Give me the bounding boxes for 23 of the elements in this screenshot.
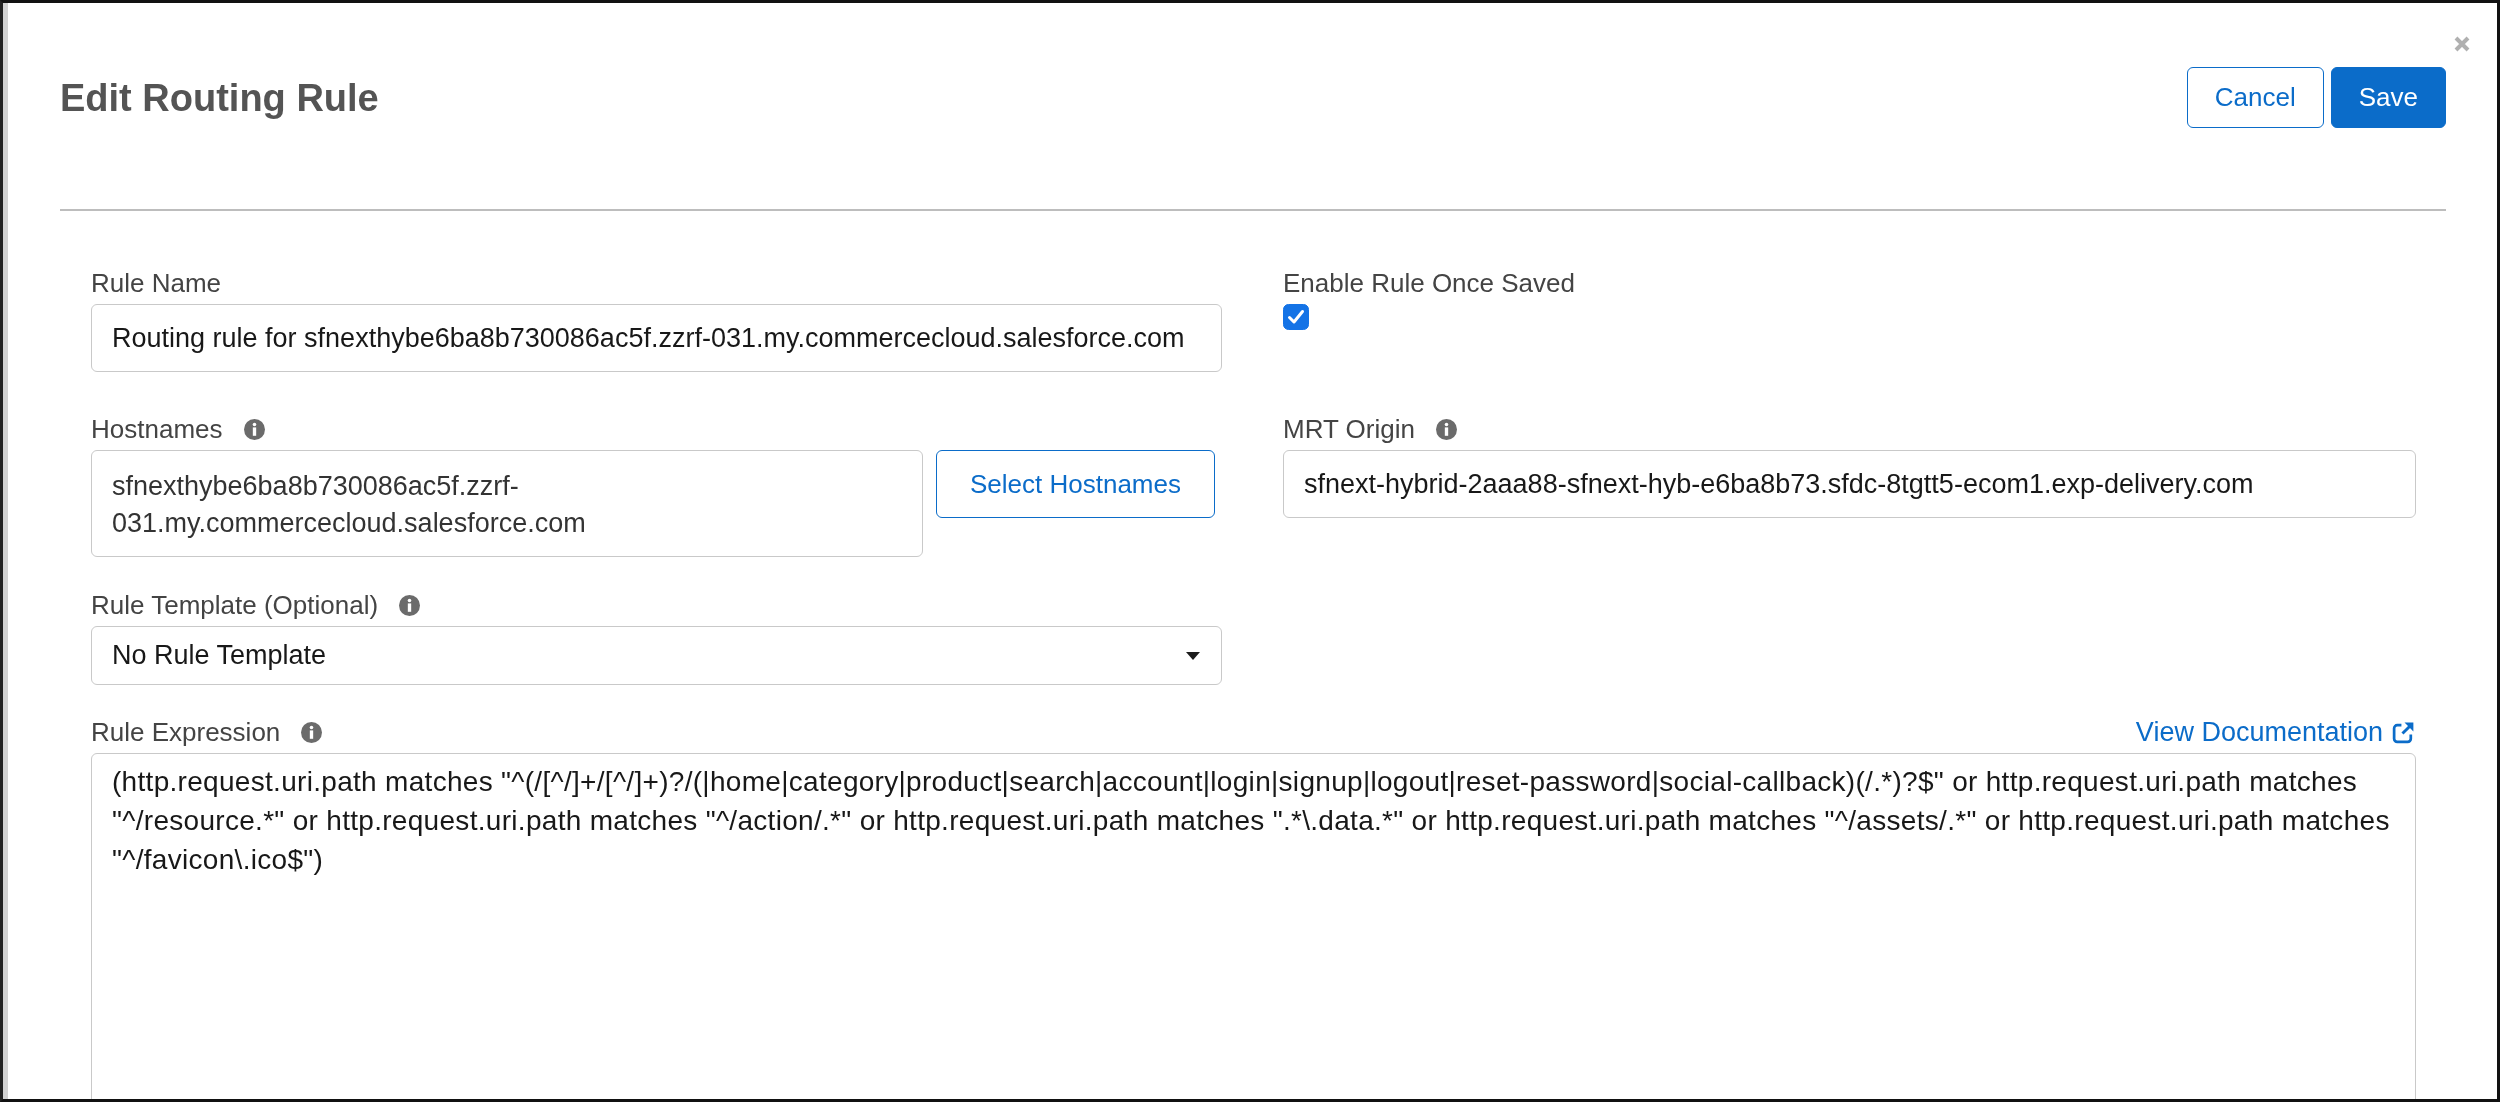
checkbox[interactable] [1283, 304, 1309, 330]
info-icon[interactable] [301, 722, 323, 743]
info-icon[interactable] [243, 419, 265, 440]
mrt-origin-field[interactable]: sfnext-hybrid-2aaa88-sfnext-hyb-e6ba8b73.sfdc-8tgtt5-ecom1.exp-delivery.com [1283, 450, 2416, 518]
cancel-button[interactable]: Cancel [2186, 67, 2324, 128]
rule-expression-field[interactable]: (http.request.uri.path matches "^(/[^/]+/[^/]+)?/(|home|category|product|search|account|login|signup|logout|reset-password|social-callback)(/.*)?$" or http.request.uri.path matches "^/resource.*" or http.request.uri.path matches "^/action/.*" or http.request.uri.path matches ".*\.data.*" or http.request.uri.path matches "^/assets/.*" or http.request.uri.path matches "^/favicon\.ico$") [91, 753, 2416, 1099]
save-button[interactable]: Save [2330, 67, 2446, 128]
hostnames-field[interactable]: sfnexthybe6ba8b730086ac5f.zzrf-031.my.commercecloud.salesforce.com [91, 450, 923, 557]
field-label: MRT Origin [1283, 414, 1415, 445]
field-label: Hostnames [91, 414, 223, 445]
info-icon[interactable] [399, 595, 421, 616]
external-link-icon [2391, 720, 2416, 745]
caret-icon [1186, 651, 1200, 660]
rule-name-field[interactable]: Routing rule for sfnexthybe6ba8b730086ac5f.zzrf-031.my.commercecloud.salesforce.com [91, 304, 1222, 372]
rule-template-dropdown[interactable]: No Rule Template [91, 626, 1222, 685]
field-label: Rule Name [91, 268, 222, 299]
field-label: Rule Template (Optional) [91, 590, 379, 621]
view-documentation-link[interactable]: View Documentation [2135, 717, 2416, 748]
field-label: Rule Expression [91, 717, 281, 748]
select-hostnames-button[interactable]: Select Hostnames [936, 450, 1215, 518]
dialog-title: Edit Routing Rule [60, 76, 380, 121]
field-label: Enable Rule Once Saved [1283, 268, 1575, 299]
info-icon[interactable] [1435, 419, 1457, 440]
